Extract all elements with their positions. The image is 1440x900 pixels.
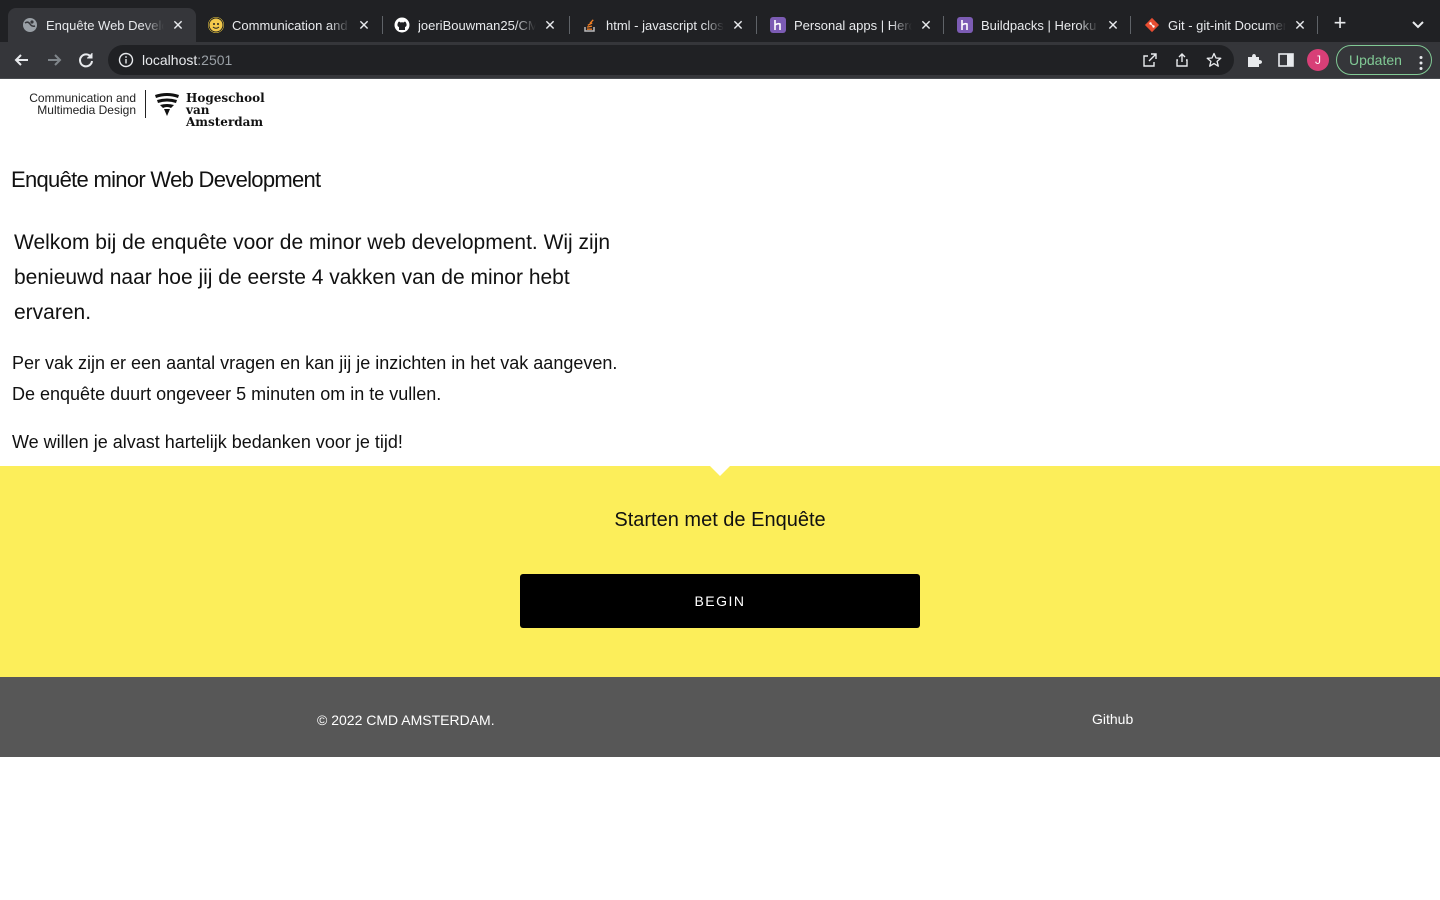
- close-icon[interactable]: ✕: [356, 17, 372, 33]
- profile-avatar[interactable]: J: [1307, 49, 1329, 71]
- url-text: localhost:2501: [142, 52, 233, 68]
- tab-title: Buildpacks | Heroku Dev Center: [981, 17, 1099, 33]
- logo-divider: [145, 90, 146, 118]
- browser-tab-strip: Enquête Web Development ✕ Communication …: [0, 0, 1440, 42]
- hva-flame-icon: [154, 91, 180, 117]
- tab-separator: [1317, 16, 1318, 34]
- tab-title: Git - git-init Documentation: [1168, 17, 1286, 33]
- tab-cmd[interactable]: Communication and Multimedia Design ✕: [194, 8, 382, 42]
- git-icon: [1144, 17, 1160, 33]
- page-footer: © 2022 CMD AMSTERDAM. Github: [0, 677, 1440, 757]
- info-line: Per vak zijn er een aantal vragen en kan…: [12, 353, 618, 373]
- tab-heroku-buildpacks[interactable]: Buildpacks | Heroku Dev Center ✕: [943, 8, 1131, 42]
- tab-stackoverflow[interactable]: html - javascript close ✕: [568, 8, 756, 42]
- intro-text: Welkom bij de enquête voor de minor web …: [14, 231, 611, 324]
- kebab-menu-icon[interactable]: [1419, 52, 1423, 70]
- open-in-app-icon[interactable]: [1142, 52, 1158, 68]
- tab-title: Communication and Multimedia Design: [232, 17, 350, 33]
- extensions-puzzle-icon[interactable]: [1245, 51, 1263, 69]
- tab-git-init[interactable]: Git - git-init Documentation ✕: [1130, 8, 1318, 42]
- tab-title: joeriBouwman25/CMD: [418, 17, 536, 33]
- start-heading: Starten met de Enquête: [614, 509, 826, 531]
- cmd-hva-logo[interactable]: Communication and Multimedia Design Hoge…: [24, 90, 276, 128]
- hva-logo-line: van Amsterdam: [186, 103, 264, 129]
- tab-title: html - javascript close: [606, 17, 724, 33]
- chevron-down-icon[interactable]: [1406, 12, 1430, 36]
- close-icon[interactable]: ✕: [542, 17, 558, 33]
- close-icon[interactable]: ✕: [1105, 17, 1121, 33]
- heroku-icon: [957, 17, 973, 33]
- cmd-logo-line: Multimedia Design: [37, 103, 136, 117]
- start-section: [0, 466, 1440, 677]
- info-line: De enquête duurt ongeveer 5 minuten om i…: [12, 384, 442, 404]
- tab-enquete[interactable]: Enquête Web Development ✕: [8, 8, 196, 42]
- close-icon[interactable]: ✕: [918, 17, 934, 33]
- section-notch: [710, 466, 730, 476]
- stackoverflow-icon: [582, 17, 598, 33]
- bookmark-star-icon[interactable]: [1206, 52, 1222, 68]
- close-icon[interactable]: ✕: [170, 17, 186, 33]
- update-button-label: Updaten: [1349, 52, 1402, 68]
- cmd-logo-text: Communication and Multimedia Design: [24, 92, 136, 116]
- hva-logo-text: Hogeschool van Amsterdam: [186, 92, 276, 128]
- info-icon[interactable]: [118, 52, 134, 68]
- back-arrow-icon[interactable]: [8, 46, 36, 74]
- share-icon[interactable]: [1174, 52, 1190, 68]
- thanks-text: We willen je alvast hartelijk bedanken v…: [12, 432, 403, 452]
- new-tab-plus-icon[interactable]: +: [1328, 12, 1352, 36]
- info-paragraph: Per vak zijn er een aantal vragen en kan…: [12, 348, 652, 410]
- address-bar[interactable]: localhost:2501: [108, 45, 1234, 75]
- page-title: Enquête minor Web Development: [11, 167, 321, 192]
- side-panel-icon[interactable]: [1277, 51, 1295, 69]
- close-icon[interactable]: ✕: [730, 17, 746, 33]
- tab-title: Enquête Web Development: [46, 17, 164, 33]
- browser-toolbar: localhost:2501 J Updaten: [0, 42, 1440, 79]
- copyright-text: © 2022 CMD AMSTERDAM.: [317, 712, 495, 728]
- smiley-icon: [208, 17, 224, 33]
- globe-icon: [22, 17, 38, 33]
- reload-icon[interactable]: [72, 46, 100, 74]
- github-link[interactable]: Github: [1092, 711, 1133, 727]
- heroku-icon: [770, 17, 786, 33]
- tab-title: Personal apps | Heroku: [794, 17, 912, 33]
- github-icon: [394, 17, 410, 33]
- forward-arrow-icon[interactable]: [40, 46, 68, 74]
- tab-github[interactable]: joeriBouwman25/CMD ✕: [380, 8, 568, 42]
- tab-heroku-apps[interactable]: Personal apps | Heroku ✕: [756, 8, 944, 42]
- close-icon[interactable]: ✕: [1292, 17, 1308, 33]
- begin-button[interactable]: BEGIN: [520, 574, 920, 628]
- update-button[interactable]: Updaten: [1336, 45, 1432, 75]
